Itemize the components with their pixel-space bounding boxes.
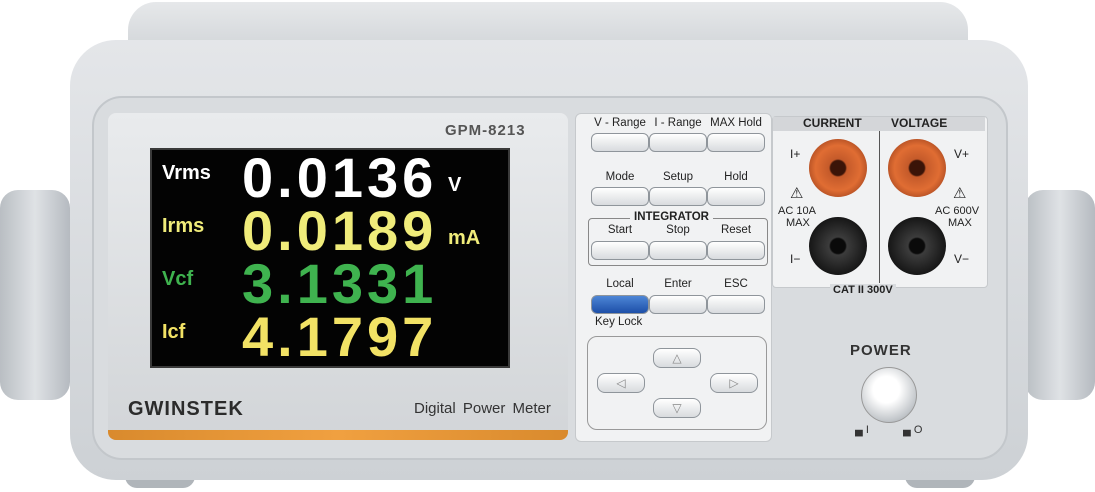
integrator-label: INTEGRATOR (630, 211, 713, 223)
key-label-local: Local (606, 278, 634, 290)
reading-unit: V (448, 174, 462, 196)
warning-icon: ⚠ (790, 185, 804, 202)
key-label-start: Start (607, 224, 633, 236)
key-label-i-range: I - Range (654, 117, 702, 129)
power-off-mark: ▄ O (903, 424, 923, 436)
arrow-up-button[interactable]: △ (653, 348, 701, 368)
voltage-rating-max: MAX (948, 217, 972, 229)
key-label-hold: Hold (724, 171, 748, 183)
key-lock-label: Key Lock (595, 316, 643, 328)
start-button[interactable] (591, 241, 649, 260)
current-plus-label: I+ (790, 147, 801, 161)
reset-button[interactable] (707, 241, 765, 260)
reading-label: Irms (162, 215, 205, 237)
accent-stripe (108, 430, 568, 440)
current-minus-jack[interactable] (809, 217, 867, 275)
voltage-minus-jack[interactable] (888, 217, 946, 275)
voltage-plus-jack[interactable] (888, 139, 946, 197)
voltage-rating: AC 600V (935, 205, 980, 217)
reading-label: Vrms (162, 162, 211, 184)
max-hold-button[interactable] (707, 133, 765, 152)
brand-logo: GWINSTEK (128, 398, 244, 420)
arrow-right-icon: ▷ (729, 376, 739, 390)
i-range-button[interactable] (649, 133, 707, 152)
mode-button[interactable] (591, 187, 649, 206)
current-minus-label: I− (790, 252, 801, 266)
category-rating: CAT II 300V (830, 284, 896, 296)
reading-row-vcf: Vcf 3.1331 (152, 252, 508, 315)
power-on-mark: ▄ I (855, 424, 869, 436)
key-label-max-hold: MAX Hold (710, 117, 762, 129)
product-description: Digital Power Meter (414, 400, 551, 417)
key-label-esc: ESC (724, 278, 748, 290)
local-button[interactable] (591, 295, 649, 314)
current-rating: AC 10A (778, 205, 816, 217)
voltage-minus-label: V− (954, 252, 970, 266)
key-label-v-range: V - Range (594, 117, 646, 129)
key-label-setup: Setup (662, 171, 694, 183)
reading-row-irms: Irms 0.0189 mA (152, 199, 508, 262)
arrow-up-icon: △ (672, 351, 682, 365)
key-label-stop: Stop (666, 224, 690, 236)
v-range-button[interactable] (591, 133, 649, 152)
arrow-left-icon: ◁ (616, 376, 626, 390)
hold-button[interactable] (707, 187, 765, 206)
reading-label: Icf (162, 321, 186, 343)
current-header: CURRENT (803, 116, 862, 130)
reading-unit: mA (448, 227, 481, 249)
arrow-down-button[interactable]: ▽ (653, 398, 701, 418)
key-label-enter: Enter (664, 278, 692, 290)
voltage-header: VOLTAGE (891, 116, 948, 130)
setup-button[interactable] (649, 187, 707, 206)
current-plus-jack[interactable] (809, 139, 867, 197)
power-button[interactable] (861, 367, 917, 423)
arrow-down-icon: ▽ (672, 401, 682, 415)
arrow-right-button[interactable]: ▷ (710, 373, 758, 393)
esc-button[interactable] (707, 295, 765, 314)
power-label: POWER (850, 342, 912, 359)
side-handle-left[interactable] (0, 190, 70, 400)
reading-value: 4.1797 (242, 305, 438, 368)
enter-button[interactable] (649, 295, 707, 314)
warning-icon: ⚠ (953, 185, 967, 202)
model-label: GPM-8213 (445, 122, 526, 139)
current-rating-max: MAX (786, 217, 810, 229)
lcd-screen: Vrms 0.0136 V Irms 0.0189 mA Vcf 3.1331 … (150, 146, 510, 368)
key-label-mode: Mode (605, 171, 635, 183)
key-label-reset: Reset (720, 224, 752, 236)
reading-label: Vcf (162, 268, 194, 290)
side-handle-right[interactable] (1025, 190, 1095, 400)
reading-row-icf: Icf 4.1797 (152, 305, 508, 368)
arrow-left-button[interactable]: ◁ (597, 373, 645, 393)
terminal-divider (879, 131, 880, 283)
stop-button[interactable] (649, 241, 707, 260)
voltage-plus-label: V+ (954, 147, 970, 161)
reading-row-vrms: Vrms 0.0136 V (152, 146, 508, 209)
